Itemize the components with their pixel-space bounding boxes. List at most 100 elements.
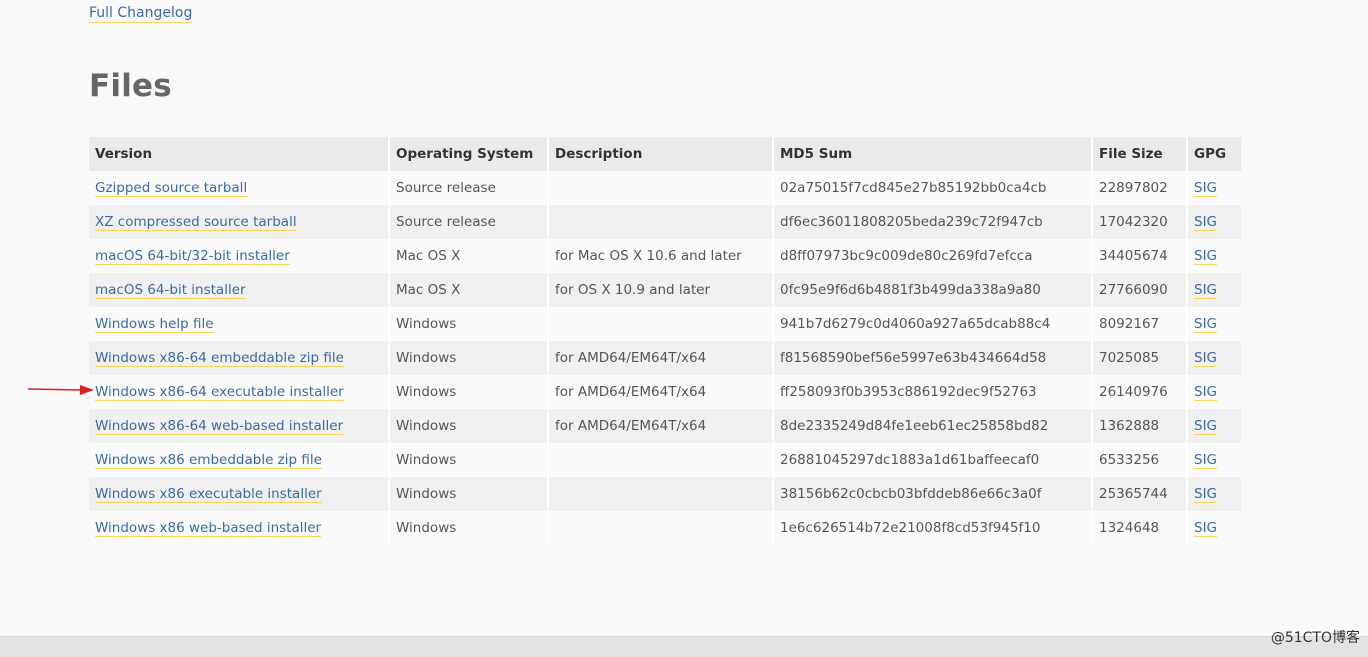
os-cell: Windows xyxy=(390,511,549,545)
table-row: Windows x86-64 embeddable zip file Window… xyxy=(89,341,1241,375)
description-cell: for AMD64/EM64T/x64 xyxy=(549,409,774,443)
gpg-sig-link[interactable]: SIG xyxy=(1194,350,1218,367)
table-row: Gzipped source tarball Source release 02a7… xyxy=(89,171,1241,205)
os-cell: Mac OS X xyxy=(390,239,549,273)
description-cell xyxy=(549,205,774,239)
gpg-sig-cell: SIG xyxy=(1188,341,1241,375)
version-link[interactable]: Windows x86 web-based installer xyxy=(95,520,322,537)
version-cell: macOS 64-bit/32-bit installer xyxy=(89,239,390,273)
file-size-cell: 27766090 xyxy=(1093,273,1188,307)
version-cell: Windows x86-64 web-based installer xyxy=(89,409,390,443)
gpg-sig-link[interactable]: SIG xyxy=(1194,214,1218,231)
md5-cell: 38156b62c0cbcb03bfddeb86e66c3a0f xyxy=(774,477,1093,511)
file-size-cell: 22897802 xyxy=(1093,171,1188,205)
version-cell: XZ compressed source tarball xyxy=(89,205,390,239)
column-header-version: Version xyxy=(89,137,390,171)
file-size-cell: 1362888 xyxy=(1093,409,1188,443)
file-size-cell: 25365744 xyxy=(1093,477,1188,511)
description-cell: for AMD64/EM64T/x64 xyxy=(549,375,774,409)
column-header-md5: MD5 Sum xyxy=(774,137,1093,171)
gpg-sig-link[interactable]: SIG xyxy=(1194,452,1218,469)
gpg-sig-link[interactable]: SIG xyxy=(1194,248,1218,265)
files-heading: Files xyxy=(89,68,172,104)
file-size-cell: 6533256 xyxy=(1093,443,1188,477)
file-size-cell: 34405674 xyxy=(1093,239,1188,273)
table-row: macOS 64-bit installer Mac OS Xfor OS X 1… xyxy=(89,273,1241,307)
column-header-os: Operating System xyxy=(390,137,549,171)
table-header-row: Version Operating System Description MD5… xyxy=(89,137,1241,171)
version-link[interactable]: macOS 64-bit installer xyxy=(95,282,246,299)
md5-cell: 1e6c626514b72e21008f8cd53f945f10 xyxy=(774,511,1093,545)
gpg-sig-cell: SIG xyxy=(1188,477,1241,511)
os-cell: Windows xyxy=(390,477,549,511)
description-cell: for Mac OS X 10.6 and later xyxy=(549,239,774,273)
description-cell: for AMD64/EM64T/x64 xyxy=(549,341,774,375)
version-cell: Windows x86 executable installer xyxy=(89,477,390,511)
description-cell xyxy=(549,307,774,341)
table-row: macOS 64-bit/32-bit installer Mac OS Xfor… xyxy=(89,239,1241,273)
os-cell: Windows xyxy=(390,341,549,375)
version-cell: Windows help file xyxy=(89,307,390,341)
version-link[interactable]: Windows x86-64 embeddable zip file xyxy=(95,350,344,367)
file-size-cell: 1324648 xyxy=(1093,511,1188,545)
gpg-sig-link[interactable]: SIG xyxy=(1194,486,1218,503)
column-header-description: Description xyxy=(549,137,774,171)
gpg-sig-link[interactable]: SIG xyxy=(1194,282,1218,299)
table-row: XZ compressed source tarball Source relea… xyxy=(89,205,1241,239)
description-cell xyxy=(549,511,774,545)
gpg-sig-cell: SIG xyxy=(1188,239,1241,273)
gpg-sig-link[interactable]: SIG xyxy=(1194,520,1218,537)
red-arrow-icon xyxy=(28,385,94,395)
column-header-file-size: File Size xyxy=(1093,137,1188,171)
gpg-sig-cell: SIG xyxy=(1188,273,1241,307)
version-link[interactable]: XZ compressed source tarball xyxy=(95,214,297,231)
version-link[interactable]: Windows x86-64 executable installer xyxy=(95,384,344,401)
table-row: Windows x86-64 executable installer Windo… xyxy=(89,375,1241,409)
file-size-cell: 17042320 xyxy=(1093,205,1188,239)
table-row: Windows x86 embeddable zip file Windows 26… xyxy=(89,443,1241,477)
version-link[interactable]: Windows help file xyxy=(95,316,214,333)
gpg-sig-cell: SIG xyxy=(1188,307,1241,341)
watermark-text: @51CTO博客 xyxy=(1270,630,1360,646)
files-table: Version Operating System Description MD5… xyxy=(89,137,1241,545)
file-size-cell: 26140976 xyxy=(1093,375,1188,409)
gpg-sig-cell: SIG xyxy=(1188,409,1241,443)
os-cell: Source release xyxy=(390,205,549,239)
version-cell: Windows x86 embeddable zip file xyxy=(89,443,390,477)
column-header-gpg: GPG xyxy=(1188,137,1241,171)
os-cell: Windows xyxy=(390,443,549,477)
table-row: Windows x86 executable installer Windows 3… xyxy=(89,477,1241,511)
full-changelog-link[interactable]: Full Changelog xyxy=(89,4,193,23)
version-cell: Windows x86-64 executable installer xyxy=(89,375,390,409)
version-cell: Windows x86-64 embeddable zip file xyxy=(89,341,390,375)
description-cell xyxy=(549,477,774,511)
version-link[interactable]: macOS 64-bit/32-bit installer xyxy=(95,248,290,265)
files-table-body: Gzipped source tarball Source release 02a7… xyxy=(89,171,1241,545)
md5-cell: 0fc95e9f6d6b4881f3b499da338a9a80 xyxy=(774,273,1093,307)
md5-cell: 26881045297dc1883a1d61baffeecaf0 xyxy=(774,443,1093,477)
gpg-sig-link[interactable]: SIG xyxy=(1194,316,1218,333)
version-cell: Windows x86 web-based installer xyxy=(89,511,390,545)
gpg-sig-link[interactable]: SIG xyxy=(1194,384,1218,401)
md5-cell: 8de2335249d84fe1eeb61ec25858bd82 xyxy=(774,409,1093,443)
gpg-sig-cell: SIG xyxy=(1188,375,1241,409)
md5-cell: f81568590bef56e5997e63b434664d58 xyxy=(774,341,1093,375)
gpg-sig-cell: SIG xyxy=(1188,205,1241,239)
os-cell: Mac OS X xyxy=(390,273,549,307)
version-cell: Gzipped source tarball xyxy=(89,171,390,205)
md5-cell: df6ec36011808205beda239c72f947cb xyxy=(774,205,1093,239)
md5-cell: d8ff07973bc9c009de80c269fd7efcca xyxy=(774,239,1093,273)
version-link[interactable]: Gzipped source tarball xyxy=(95,180,248,197)
description-cell xyxy=(549,443,774,477)
table-row: Windows x86-64 web-based installer Window… xyxy=(89,409,1241,443)
md5-cell: 02a75015f7cd845e27b85192bb0ca4cb xyxy=(774,171,1093,205)
os-cell: Windows xyxy=(390,409,549,443)
version-link[interactable]: Windows x86 executable installer xyxy=(95,486,322,503)
table-row: Windows help file Windows 941b7d6279c0d406… xyxy=(89,307,1241,341)
version-link[interactable]: Windows x86-64 web-based installer xyxy=(95,418,344,435)
version-link[interactable]: Windows x86 embeddable zip file xyxy=(95,452,322,469)
gpg-sig-link[interactable]: SIG xyxy=(1194,418,1218,435)
os-cell: Windows xyxy=(390,375,549,409)
gpg-sig-link[interactable]: SIG xyxy=(1194,180,1218,197)
os-cell: Windows xyxy=(390,307,549,341)
